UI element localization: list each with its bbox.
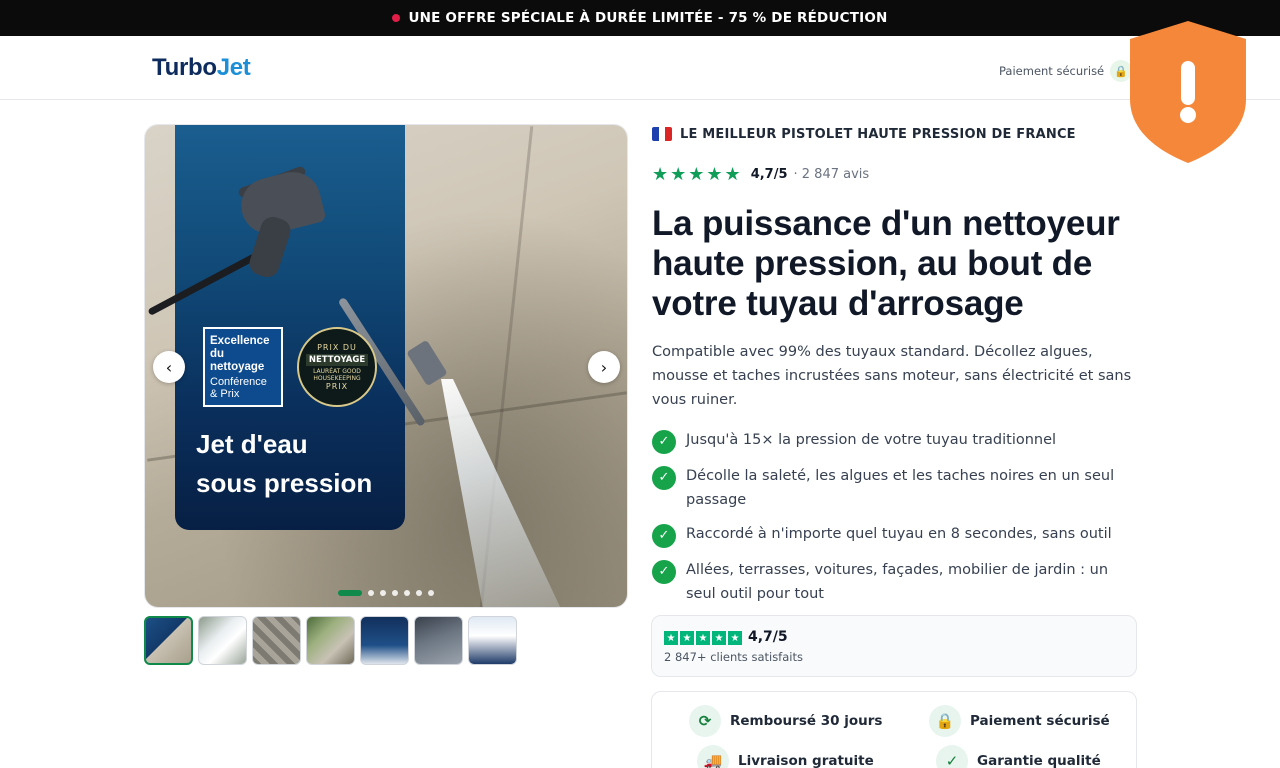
benefit-item: ✓ Allées, terrasses, voitures, façades, m…: [652, 558, 1136, 606]
panel-title-line2: sous pression: [196, 468, 373, 498]
award-badge-title: Excellence du nettoyage: [210, 335, 270, 373]
rating-summary[interactable]: ★★★★★ 4,7/5 · 2 847 avis: [652, 163, 870, 185]
product-eyebrow: LE MEILLEUR PISTOLET HAUTE PRESSION DE F…: [652, 124, 1076, 144]
trust-star-icon: ★: [696, 631, 710, 645]
award-seal-good-housekeeping: PRIX DU NETTOYAGE LAURÉAT GOOD HOUSEKEEP…: [297, 327, 377, 407]
pagination-dot[interactable]: [392, 590, 398, 596]
gallery-thumbnail[interactable]: [144, 616, 193, 665]
product-gallery[interactable]: Excellence du nettoyage Conférence & Pri…: [144, 124, 628, 608]
guarantee-free-shipping: 🚚 Livraison gratuite: [697, 745, 874, 768]
guarantee-label: Garantie qualité: [977, 753, 1101, 768]
gallery-thumbnail[interactable]: [198, 616, 247, 665]
panel-title-line1: Jet d'eau: [196, 429, 308, 459]
product-description: Compatible avec 99% des tuyaux standard.…: [652, 344, 1132, 408]
check-circle-icon: ✓: [652, 466, 676, 490]
guarantees-card: ⟳ Remboursé 30 jours 🔒 Paiement sécurisé…: [651, 691, 1137, 768]
alert-mark-dot: [1180, 107, 1196, 123]
gallery-prev-button[interactable]: ‹: [153, 351, 185, 383]
refresh-icon: ⟳: [689, 705, 721, 737]
gallery-thumbnail[interactable]: [360, 616, 409, 665]
benefit-item: ✓ Jusqu'à 15× la pression de votre tuyau …: [652, 428, 1136, 454]
gallery-thumbnail[interactable]: [306, 616, 355, 665]
logo-part-turbo: Turbo: [152, 54, 217, 81]
truck-icon: 🚚: [697, 745, 729, 768]
guarantee-secure-payment: 🔒 Paiement sécurisé: [929, 705, 1110, 737]
benefit-text: Raccordé à n'importe quel tuyau en 8 sec…: [686, 526, 1112, 542]
secure-payment-indicator: Paiement sécurisé 🔒: [999, 60, 1133, 82]
panel-title: Jet d'eau sous pression: [196, 425, 372, 503]
check-circle-icon: ✓: [652, 524, 676, 548]
seal-main-text: NETTOYAGE: [305, 354, 369, 366]
gallery-next-button[interactable]: ›: [588, 351, 620, 383]
logo-part-jet: Jet: [216, 54, 251, 81]
award-badge-subtitle: Conférence & Prix: [210, 376, 267, 400]
chevron-left-icon: ‹: [165, 357, 173, 377]
promo-bar: UNE OFFRE SPÉCIALE À DURÉE LIMITÉE - 75 …: [0, 0, 1280, 36]
trust-stars: ★ ★ ★ ★ ★: [664, 631, 742, 645]
product-headline: La puissance d'un nettoyeur haute pressi…: [652, 204, 1120, 323]
pagination-dot[interactable]: [380, 590, 386, 596]
gallery-thumbnails: [144, 616, 517, 665]
gallery-pagination: [338, 590, 434, 596]
trust-rating-card[interactable]: ★ ★ ★ ★ ★ 4,7/5 2 847+ clients satisfaits: [651, 615, 1137, 677]
benefit-item: ✓ Raccordé à n'importe quel tuyau en 8 se…: [652, 522, 1136, 548]
guarantee-label: Remboursé 30 jours: [730, 713, 883, 729]
benefit-item: ✓ Décolle la saleté, les algues et les ta…: [652, 464, 1136, 512]
promo-dot-icon: [392, 14, 401, 22]
pagination-dot[interactable]: [404, 590, 410, 596]
trust-star-icon: ★: [728, 631, 742, 645]
gallery-thumbnail[interactable]: [414, 616, 463, 665]
check-circle-icon: ✓: [652, 560, 676, 584]
french-flag-icon: [652, 127, 672, 141]
benefits-list: ✓ Jusqu'à 15× la pression de votre tuyau …: [652, 428, 1136, 606]
trust-star-icon: ★: [664, 631, 678, 645]
rating-score: 4,7/5: [750, 166, 788, 182]
gallery-thumbnail[interactable]: [468, 616, 517, 665]
benefit-text: Allées, terrasses, voitures, façades, mo…: [686, 562, 1109, 602]
trust-star-icon: ★: [712, 631, 726, 645]
secure-payment-label: Paiement sécurisé: [999, 64, 1105, 78]
gallery-thumbnail[interactable]: [252, 616, 301, 665]
guarantee-quality: ✓ Garantie qualité: [936, 745, 1101, 768]
promo-text: UNE OFFRE SPÉCIALE À DURÉE LIMITÉE - 75 …: [408, 10, 888, 26]
guarantee-label: Livraison gratuite: [738, 753, 874, 768]
alert-mark-bar: [1181, 61, 1195, 105]
guarantee-refund: ⟳ Remboursé 30 jours: [689, 705, 882, 737]
trust-count: 2 847+ clients satisfaits: [664, 650, 803, 664]
pagination-dot[interactable]: [338, 590, 362, 596]
eyebrow-text: LE MEILLEUR PISTOLET HAUTE PRESSION DE F…: [680, 126, 1076, 142]
pagination-dot[interactable]: [416, 590, 422, 596]
alert-shield-icon[interactable]: [1126, 19, 1250, 165]
pagination-dot[interactable]: [368, 590, 374, 596]
shield-check-icon: ✓: [936, 745, 968, 768]
guarantee-label: Paiement sécurisé: [970, 713, 1110, 729]
trust-score: 4,7/5: [748, 629, 788, 645]
benefit-text: Décolle la saleté, les algues et les tac…: [686, 468, 1115, 508]
benefit-text: Jusqu'à 15× la pression de votre tuyau t…: [686, 432, 1057, 448]
award-badge-excellence: Excellence du nettoyage Conférence & Pri…: [203, 327, 283, 407]
seal-bottom-text: PRIX: [325, 382, 349, 391]
trust-star-icon: ★: [680, 631, 694, 645]
site-header: TurboJet Paiement sécurisé 🔒: [0, 36, 1280, 100]
star-rating-icon: ★★★★★: [652, 163, 743, 185]
check-circle-icon: ✓: [652, 430, 676, 454]
chevron-right-icon: ›: [600, 357, 608, 377]
seal-sub-text: LAURÉAT GOOD HOUSEKEEPING: [313, 368, 361, 382]
review-count: · 2 847 avis: [793, 166, 870, 182]
lock-icon: 🔒: [929, 705, 961, 737]
pagination-dot[interactable]: [428, 590, 434, 596]
site-logo[interactable]: TurboJet: [152, 54, 251, 82]
seal-top-text: PRIX DU: [317, 343, 357, 352]
